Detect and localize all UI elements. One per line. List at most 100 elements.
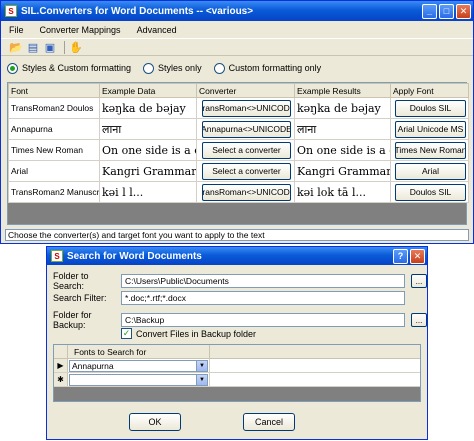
menu-file[interactable]: File	[9, 25, 24, 35]
cell-apply: Doulos SIL	[390, 97, 469, 119]
open-folder-icon[interactable]: 📂	[9, 40, 23, 54]
font-converter-table: Font Example Data Converter Example Resu…	[8, 83, 469, 203]
fonts-grid: Fonts to Search for ▶ Annapurna ▼ ✱ ▼	[53, 344, 421, 402]
main-titlebar[interactable]: S SIL.Converters for Word Documents -- <…	[1, 1, 473, 21]
font-cell: Annapurna ▼	[68, 359, 210, 372]
cell-apply: Times New Roman	[390, 139, 469, 161]
cell-result[interactable]: लाना	[294, 118, 391, 140]
fonts-column-header: Fonts to Search for	[68, 345, 210, 358]
radio-custom-only[interactable]: Custom formatting only	[213, 62, 321, 74]
status-bar: Choose the converter(s) and target font …	[5, 229, 469, 241]
new-font-combo[interactable]: ▼	[69, 373, 208, 386]
cell-result[interactable]: Kangri Grammar...	[294, 160, 391, 182]
chevron-down-icon[interactable]: ▼	[196, 360, 207, 371]
hand-icon[interactable]: ✋	[69, 40, 83, 54]
cell-apply: Arial Unicode MS	[390, 118, 469, 140]
filter-row: Search Filter: *.doc;*.rtf;*.docx	[53, 291, 405, 305]
documents-icon[interactable]: ▤	[26, 40, 40, 54]
convert-backup-option[interactable]: ✓ Convert Files in Backup folder	[121, 328, 256, 339]
cell-example[interactable]: Kangri Grammar...	[99, 160, 197, 182]
cell-font[interactable]: Times New Roman	[8, 139, 100, 161]
current-row-arrow-icon: ▶	[54, 359, 68, 372]
dialog-app-icon: S	[51, 250, 63, 262]
backup-label: Folder for Backup:	[53, 310, 92, 330]
chevron-down-icon[interactable]: ▼	[196, 374, 207, 385]
converter-button[interactable]: Select a converter	[201, 162, 292, 180]
cell-result[interactable]: kəi lok tā l...	[294, 181, 391, 203]
toolbar-separator	[64, 40, 65, 54]
cell-example[interactable]: kəi l l...	[99, 181, 197, 203]
cell-font[interactable]: Annapurna	[8, 118, 100, 140]
cell-result[interactable]: kəŋka de bəjay	[294, 97, 391, 119]
minimize-button[interactable]: _	[422, 3, 437, 19]
radio-styles-only-dot[interactable]	[143, 62, 155, 74]
new-row-asterisk-icon: ✱	[54, 373, 68, 386]
folder-label: Folder to Search:	[53, 271, 89, 291]
cell-apply: Arial	[390, 160, 469, 182]
cell-converter: Select a converter	[196, 160, 295, 182]
help-button[interactable]: ?	[393, 248, 408, 264]
cell-example[interactable]: kəŋka de bəjay	[99, 97, 197, 119]
radio-custom-only-dot[interactable]	[213, 62, 225, 74]
menu-converter-mappings[interactable]: Converter Mappings	[40, 25, 121, 35]
cell-example[interactable]: On one side is a ca...	[99, 139, 197, 161]
converter-button[interactable]: Select a converter	[201, 141, 292, 159]
filter-label: Search Filter:	[53, 293, 107, 303]
table-row[interactable]: TransRoman2 Manuscript kəi l l... TransR…	[8, 181, 469, 203]
table-row[interactable]: Arial Kangri Grammar... Select a convert…	[8, 160, 469, 182]
list-item[interactable]: ▶ Annapurna ▼	[54, 359, 420, 373]
cell-font[interactable]: TransRoman2 Manuscript	[8, 181, 100, 203]
menu-advanced[interactable]: Advanced	[137, 25, 177, 35]
font-converter-grid: Font Example Data Converter Example Resu…	[7, 82, 469, 225]
folder-browse-button[interactable]: ...	[411, 274, 427, 288]
radio-styles-custom[interactable]: Styles & Custom formatting	[7, 62, 132, 74]
cell-example[interactable]: लाना	[99, 118, 197, 140]
dialog-close-button[interactable]: ✕	[410, 248, 425, 264]
backup-row: Folder for Backup: C:\Backup ...	[53, 310, 427, 330]
cell-font[interactable]: TransRoman2 Doulos	[8, 97, 100, 119]
formatting-options: Styles & Custom formatting Styles only C…	[1, 56, 473, 80]
radio-styles-custom-dot[interactable]	[7, 62, 18, 74]
maximize-button[interactable]: □	[439, 3, 454, 19]
backup-input[interactable]: C:\Backup	[121, 313, 405, 327]
backup-browse-button[interactable]: ...	[411, 313, 427, 327]
table-row[interactable]: TransRoman2 Doulos kəŋka de bəjay TransR…	[8, 97, 469, 119]
header-example-data: Example Data	[99, 83, 197, 98]
ok-button[interactable]: OK	[129, 413, 181, 431]
radio-styles-only[interactable]: Styles only	[143, 62, 202, 74]
font-combo-value: Annapurna	[72, 360, 114, 371]
apply-font-button[interactable]: Arial	[395, 162, 466, 180]
radio-styles-only-label: Styles only	[158, 63, 202, 73]
dialog-titlebar[interactable]: S Search for Word Documents ? ✕	[47, 247, 427, 265]
header-font: Font	[8, 83, 100, 98]
apply-font-button[interactable]: Arial Unicode MS	[395, 120, 466, 138]
convert-backup-label: Convert Files in Backup folder	[136, 328, 257, 339]
close-button[interactable]: ✕	[456, 3, 471, 19]
apply-font-button[interactable]: Times New Roman	[395, 141, 466, 159]
converter-button[interactable]: TransRoman<>UNICODE	[201, 99, 292, 117]
cancel-button[interactable]: Cancel	[243, 413, 295, 431]
converter-button[interactable]: TransRoman<>UNICODE	[201, 183, 292, 201]
save-icon[interactable]: ▣	[43, 40, 57, 54]
toolbar: 📂 ▤ ▣ ✋	[1, 38, 473, 56]
filter-input[interactable]: *.doc;*.rtf;*.docx	[121, 291, 405, 305]
apply-font-button[interactable]: Doulos SIL	[395, 183, 466, 201]
table-row[interactable]: Annapurna लाना Annapurna<>UNICODE लाना A…	[8, 118, 469, 140]
cell-converter: Annapurna<>UNICODE	[196, 118, 295, 140]
main-window-title: SIL.Converters for Word Documents -- <va…	[21, 5, 254, 17]
table-row[interactable]: Times New Roman On one side is a ca... S…	[8, 139, 469, 161]
dialog-title: Search for Word Documents	[67, 250, 202, 262]
header-converter: Converter	[196, 83, 295, 98]
cell-apply: Doulos SIL	[390, 181, 469, 203]
apply-font-button[interactable]: Doulos SIL	[395, 99, 466, 117]
radio-styles-custom-label: Styles & Custom formatting	[22, 63, 132, 73]
font-combo[interactable]: Annapurna ▼	[69, 359, 208, 372]
cell-converter: TransRoman<>UNICODE	[196, 97, 295, 119]
converter-button[interactable]: Annapurna<>UNICODE	[201, 120, 292, 138]
cell-converter: Select a converter	[196, 139, 295, 161]
cell-result[interactable]: On one side is a ca...	[294, 139, 391, 161]
cell-font[interactable]: Arial	[8, 160, 100, 182]
convert-backup-checkbox[interactable]: ✓	[121, 328, 132, 339]
folder-input[interactable]: C:\Users\Public\Documents	[121, 274, 405, 288]
new-row[interactable]: ✱ ▼	[54, 373, 420, 387]
